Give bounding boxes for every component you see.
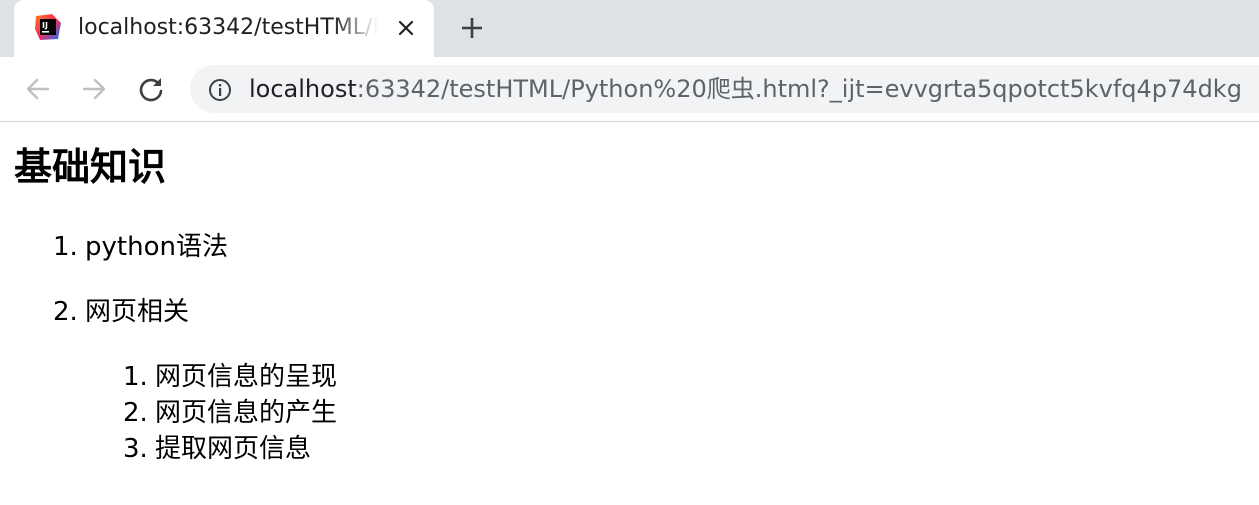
browser-tab[interactable]: IJ localhost:63342/testHTML/Python%20爬虫.…: [14, 0, 434, 57]
list-item: 1. python语法: [53, 230, 228, 264]
back-button[interactable]: [20, 71, 56, 107]
reload-button[interactable]: [133, 71, 169, 107]
info-icon[interactable]: [206, 76, 234, 104]
url-path: :63342/testHTML/Python%20爬虫.html?_ijt=ev…: [356, 75, 1242, 103]
new-tab-button[interactable]: [456, 12, 488, 44]
page-heading: 基础知识: [14, 145, 167, 189]
reload-icon: [139, 78, 163, 102]
arrow-right-icon: [82, 78, 106, 100]
forward-button[interactable]: [76, 71, 112, 107]
sublist-item-number: 3.: [123, 434, 148, 464]
browser-toolbar: localhost:63342/testHTML/Python%20爬虫.htm…: [0, 57, 1259, 122]
list-item: 2. 网页相关: [53, 295, 189, 329]
close-icon[interactable]: [392, 14, 420, 42]
sublist-item: 2. 网页信息的产生: [123, 396, 337, 430]
list-item-label: python语法: [85, 232, 228, 262]
list-item-label: 网页相关: [85, 297, 190, 327]
address-bar[interactable]: localhost:63342/testHTML/Python%20爬虫.htm…: [190, 65, 1259, 113]
tab-title: localhost:63342/testHTML/Python%20爬虫.htm…: [78, 15, 378, 40]
url-host: localhost: [249, 75, 357, 103]
plus-icon: [462, 18, 482, 38]
tab-strip: IJ localhost:63342/testHTML/Python%20爬虫.…: [0, 0, 1259, 57]
svg-text:IJ: IJ: [42, 21, 48, 30]
sublist-item-label: 网页信息的产生: [155, 398, 338, 428]
sublist-item: 3. 提取网页信息: [123, 432, 311, 466]
list-item-number: 1.: [53, 232, 78, 262]
arrow-left-icon: [26, 78, 50, 100]
sublist-item: 1. 网页信息的呈现: [123, 360, 337, 394]
url-text[interactable]: localhost:63342/testHTML/Python%20爬虫.htm…: [249, 73, 1242, 105]
sublist-item-label: 网页信息的呈现: [155, 362, 338, 392]
page-content: 基础知识 1. python语法 2. 网页相关 1. 网页信息的呈现 2. 网页信息的…: [0, 122, 1259, 505]
sublist-item-number: 1.: [123, 362, 148, 392]
list-item-number: 2.: [53, 297, 78, 327]
sublist-item-number: 2.: [123, 398, 148, 428]
intellij-idea-icon: IJ: [34, 13, 62, 41]
sublist-item-label: 提取网页信息: [155, 434, 312, 464]
